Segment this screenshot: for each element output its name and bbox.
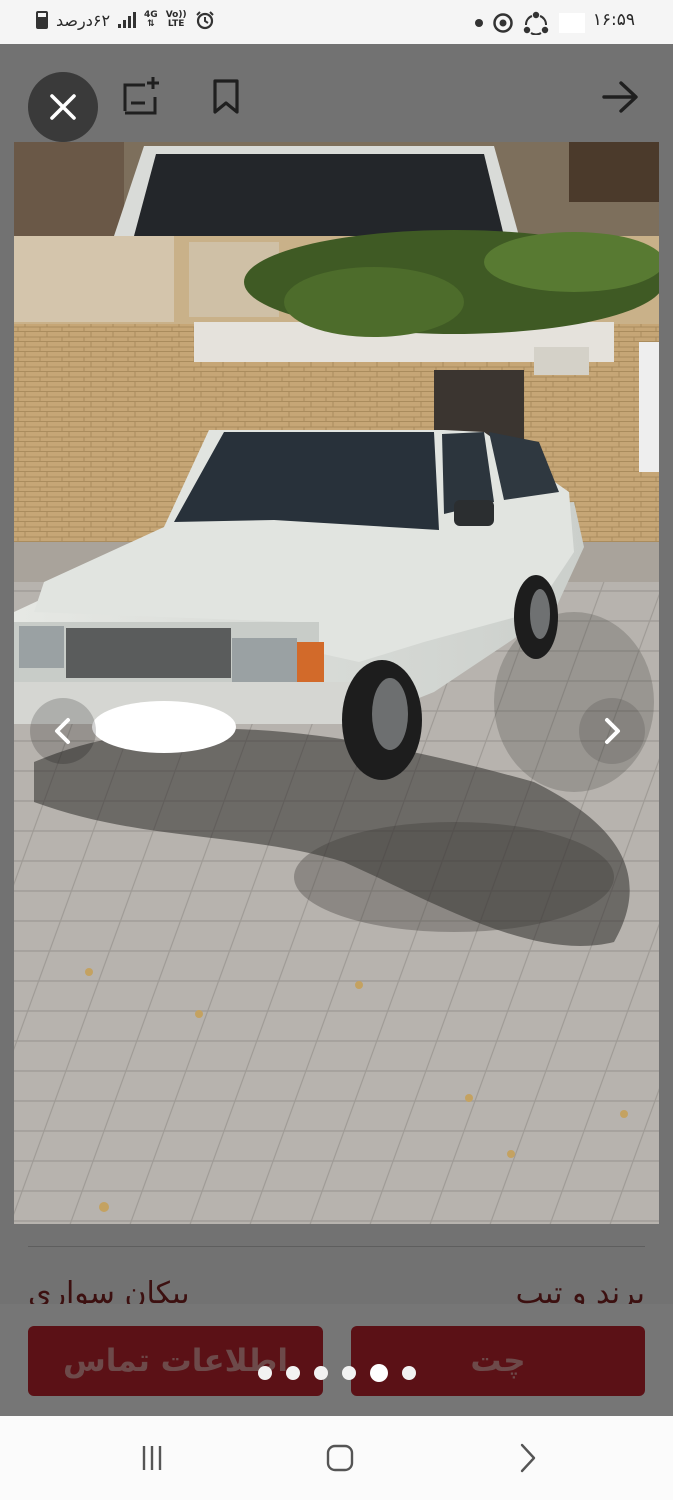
battery-percent: ۶۲درصد (56, 10, 111, 30)
sync-icon (523, 11, 549, 35)
network-indicator: 4G ⇅ (144, 11, 158, 29)
back-button[interactable] (598, 74, 644, 120)
clock: ۱۶:۵۹ (592, 10, 635, 30)
add-note-icon (123, 77, 159, 115)
page-dot-active[interactable] (370, 1364, 388, 1382)
status-right-group (475, 11, 585, 35)
close-icon (50, 94, 76, 120)
chevron-left-icon (55, 718, 70, 744)
status-bar: ۶۲درصد 4G ⇅ Vo)) LTE ۱۶:۵۹ (0, 0, 673, 44)
notification-dot-icon (475, 19, 483, 27)
chat-button[interactable]: چت (351, 1326, 645, 1396)
contact-info-button[interactable]: اطلاعات تماس (28, 1326, 323, 1396)
page-dot[interactable] (314, 1366, 328, 1380)
gallery-pagination (258, 1364, 416, 1382)
volte-bottom: LTE (167, 19, 185, 29)
bookmark-button[interactable] (203, 74, 249, 120)
status-left-group: ۶۲درصد 4G ⇅ Vo)) LTE (36, 10, 215, 30)
image-viewer-toolbar (0, 44, 673, 142)
recent-apps-button[interactable] (132, 1440, 172, 1476)
home-icon (326, 1444, 354, 1472)
battery-icon (36, 11, 48, 29)
previous-image-button[interactable] (30, 698, 96, 764)
data-arrows-icon: ⇅ (147, 19, 155, 29)
page-dot[interactable] (402, 1366, 416, 1380)
bookmark-icon (213, 79, 239, 114)
recent-apps-icon (142, 1446, 162, 1470)
page-dot[interactable] (342, 1366, 356, 1380)
signal-icon (118, 12, 137, 28)
add-note-button[interactable] (118, 74, 164, 120)
chevron-right-icon (520, 1443, 536, 1473)
car-photo-image (14, 142, 659, 1224)
system-navigation-bar (0, 1416, 673, 1500)
home-button[interactable] (320, 1440, 360, 1476)
listing-photo[interactable] (14, 142, 659, 1224)
blank-notification-icon (559, 13, 585, 33)
chevron-right-icon (605, 718, 620, 744)
divider (28, 1246, 645, 1247)
page-dot[interactable] (258, 1366, 272, 1380)
page-dot[interactable] (286, 1366, 300, 1380)
arrow-right-icon (602, 81, 638, 113)
next-image-button[interactable] (579, 698, 645, 764)
close-button[interactable] (28, 72, 98, 142)
back-nav-button[interactable] (508, 1440, 548, 1476)
chrome-icon (493, 13, 513, 33)
alarm-icon (195, 11, 214, 30)
volte-indicator: Vo)) LTE (166, 11, 187, 29)
